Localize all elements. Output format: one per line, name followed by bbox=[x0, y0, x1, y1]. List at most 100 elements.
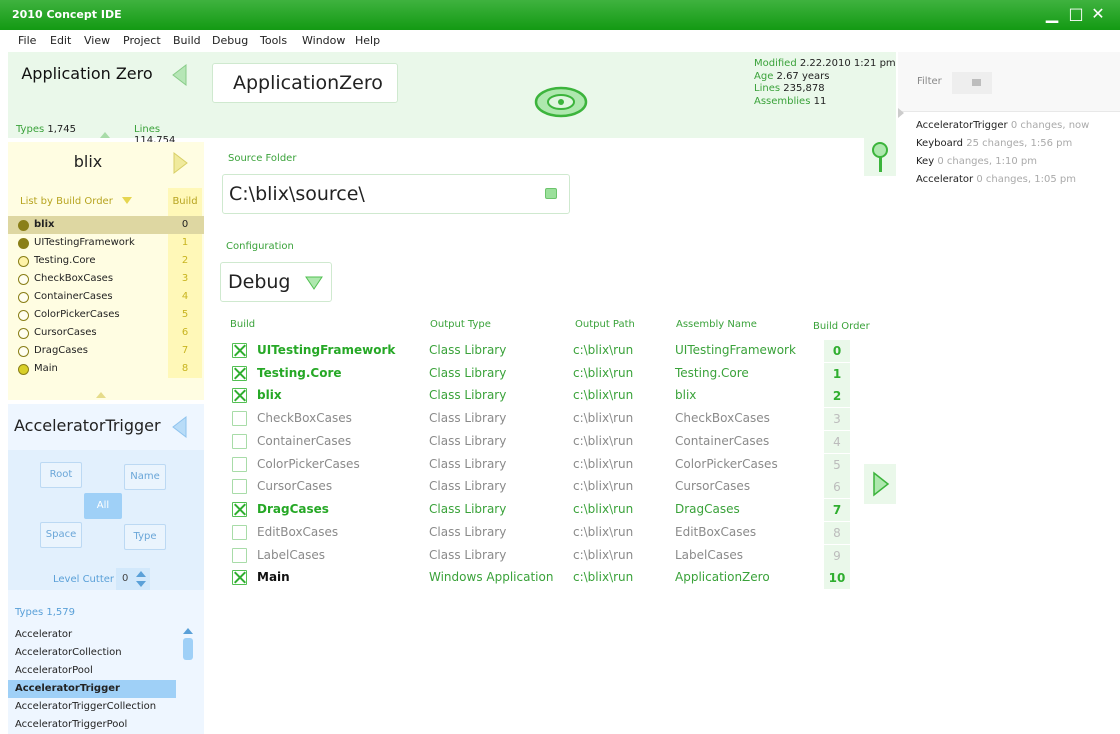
build-checkbox[interactable] bbox=[232, 479, 247, 494]
project-item[interactable]: ColorPickerCases 5 bbox=[8, 306, 204, 324]
scope-name-button[interactable]: Name bbox=[124, 464, 166, 490]
output-path: c:\blix\run bbox=[573, 479, 634, 493]
collapse-left-icon[interactable] bbox=[172, 64, 188, 86]
build-checkbox[interactable] bbox=[232, 343, 247, 358]
filter-label: Filter bbox=[917, 76, 942, 87]
menu-project[interactable]: Project bbox=[123, 34, 161, 47]
type-item[interactable]: AcceleratorPool bbox=[8, 662, 176, 680]
project-header: ApplicationZero Modified 2.22.2010 1:21 … bbox=[204, 52, 896, 138]
build-order: 8 bbox=[824, 522, 850, 544]
lines-value: 235,878 bbox=[783, 83, 825, 94]
project-status-icon bbox=[18, 346, 29, 357]
menu-tools[interactable]: Tools bbox=[260, 34, 287, 47]
menu-file[interactable]: File bbox=[18, 34, 36, 47]
project-order: 1 bbox=[168, 234, 202, 252]
output-path: c:\blix\run bbox=[573, 366, 634, 380]
project-item[interactable]: ContainerCases 4 bbox=[8, 288, 204, 306]
project-order: 7 bbox=[168, 342, 202, 360]
level-cutter-stepper[interactable]: 0 bbox=[116, 568, 150, 590]
table-row: UITestingFramework Class Library c:\blix… bbox=[230, 340, 860, 362]
scope-root-button[interactable]: Root bbox=[40, 462, 82, 488]
menu-view[interactable]: View bbox=[84, 34, 110, 47]
type-item[interactable]: AcceleratorTrigger bbox=[8, 680, 176, 698]
project-item[interactable]: UITestingFramework 1 bbox=[8, 234, 204, 252]
build-checkbox[interactable] bbox=[232, 502, 247, 517]
build-checkbox[interactable] bbox=[232, 525, 247, 540]
expand-right-icon[interactable] bbox=[898, 108, 904, 118]
type-item[interactable]: AcceleratorTriggerPool bbox=[8, 716, 176, 734]
browse-folder-icon[interactable] bbox=[545, 188, 557, 199]
maximize-button[interactable]: □ bbox=[1066, 4, 1086, 24]
source-folder-field[interactable]: C:\blix\source\ bbox=[222, 174, 570, 214]
assembly-name: ContainerCases bbox=[675, 434, 770, 448]
output-type: Class Library bbox=[429, 366, 507, 380]
project-item[interactable]: CursorCases 6 bbox=[8, 324, 204, 342]
assembly-name: CursorCases bbox=[675, 479, 751, 493]
project-name: ContainerCases bbox=[257, 434, 352, 448]
level-cutter-value: 0 bbox=[122, 573, 129, 584]
output-type: Class Library bbox=[429, 457, 507, 471]
menu-debug[interactable]: Debug bbox=[212, 34, 248, 47]
eye-icon[interactable] bbox=[534, 86, 588, 118]
filter-toggle[interactable] bbox=[952, 72, 992, 94]
minimize-button[interactable]: ▁ bbox=[1042, 4, 1062, 24]
project-item[interactable]: blix 0 bbox=[8, 216, 204, 234]
menu-window[interactable]: Window bbox=[302, 34, 345, 47]
output-type: Class Library bbox=[429, 388, 507, 402]
build-checkbox[interactable] bbox=[232, 434, 247, 449]
assembly-name: UITestingFramework bbox=[675, 343, 796, 357]
output-path: c:\blix\run bbox=[573, 411, 634, 425]
build-checkbox[interactable] bbox=[232, 411, 247, 426]
project-item[interactable]: DragCases 7 bbox=[8, 342, 204, 360]
project-order: 2 bbox=[168, 252, 202, 270]
menu-build[interactable]: Build bbox=[173, 34, 201, 47]
project-item[interactable]: Main 8 bbox=[8, 360, 204, 378]
scope-space-button[interactable]: Space bbox=[40, 522, 82, 548]
configuration-label: Configuration bbox=[226, 241, 294, 252]
project-status-icon bbox=[18, 292, 29, 303]
build-checkbox[interactable] bbox=[232, 457, 247, 472]
build-checkbox[interactable] bbox=[232, 548, 247, 563]
app-name-field[interactable]: ApplicationZero bbox=[212, 63, 398, 103]
project-order: 8 bbox=[168, 360, 202, 378]
build-checkbox[interactable] bbox=[232, 570, 247, 585]
history-item[interactable]: Key 0 changes, 1:10 pm bbox=[916, 156, 1037, 167]
build-order: 10 bbox=[824, 567, 850, 589]
scope-all-button[interactable]: All bbox=[84, 493, 122, 519]
types-scrollbar[interactable] bbox=[182, 628, 194, 734]
project-status-icon bbox=[18, 364, 29, 375]
project-item[interactable]: Testing.Core 2 bbox=[8, 252, 204, 270]
lines-label: Lines bbox=[754, 83, 781, 94]
build-checkbox[interactable] bbox=[232, 366, 247, 381]
assemblies-label: Assemblies bbox=[754, 96, 811, 107]
collapse-right-icon[interactable] bbox=[172, 152, 188, 174]
pin-button[interactable] bbox=[864, 138, 896, 176]
expand-up-icon[interactable] bbox=[100, 132, 110, 138]
history-item[interactable]: Accelerator 0 changes, 1:05 pm bbox=[916, 174, 1076, 185]
type-item[interactable]: Accelerator bbox=[8, 626, 176, 644]
expand-up-icon[interactable] bbox=[96, 392, 106, 398]
output-type: Class Library bbox=[429, 525, 507, 539]
menu-help[interactable]: Help bbox=[355, 34, 380, 47]
type-item[interactable]: AcceleratorTriggerCollection bbox=[8, 698, 176, 716]
stepper-arrows-icon[interactable] bbox=[136, 571, 146, 587]
output-type: Class Library bbox=[429, 343, 507, 357]
collapse-left-icon[interactable] bbox=[172, 416, 188, 438]
solution-title: Application Zero bbox=[21, 64, 153, 83]
list-by-dropdown[interactable]: List by Build Order bbox=[20, 196, 132, 207]
close-button[interactable]: ✕ bbox=[1088, 4, 1108, 24]
type-item[interactable]: AcceleratorCollection bbox=[8, 644, 176, 662]
history-item-detail: 0 changes, now bbox=[1010, 120, 1090, 131]
configuration-dropdown[interactable]: Debug bbox=[220, 262, 332, 302]
table-row: Main Windows Application c:\blix\run App… bbox=[230, 567, 860, 589]
output-type: Class Library bbox=[429, 434, 507, 448]
project-item[interactable]: CheckBoxCases 3 bbox=[8, 270, 204, 288]
history-item[interactable]: Keyboard 25 changes, 1:56 pm bbox=[916, 138, 1072, 149]
build-checkbox[interactable] bbox=[232, 388, 247, 403]
menu-edit[interactable]: Edit bbox=[50, 34, 71, 47]
build-order-header: Build bbox=[168, 188, 202, 216]
run-button[interactable] bbox=[864, 464, 896, 504]
history-item[interactable]: AcceleratorTrigger 0 changes, now bbox=[916, 120, 1089, 131]
scope-type-button[interactable]: Type bbox=[124, 524, 166, 550]
history-item-detail: 25 changes, 1:56 pm bbox=[966, 138, 1073, 149]
